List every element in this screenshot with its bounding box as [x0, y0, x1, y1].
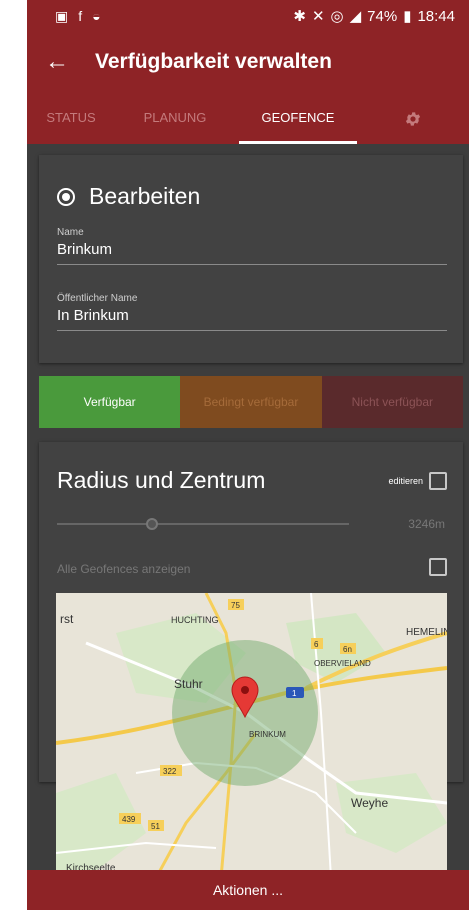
radius-card-title: Radius und Zentrum — [57, 467, 266, 493]
public-name-label: Öffentlicher Name — [57, 293, 138, 304]
arrow-left-icon[interactable]: ← — [27, 48, 87, 76]
road-75: 75 — [231, 601, 240, 610]
available-button[interactable]: Verfügbar — [39, 376, 181, 428]
phone-screen: ▣ f ◒ ✱ ✕ ◎ ◢ 74% ▮ 18:44 ← Verfügbarkei… — [27, 0, 469, 910]
facebook-icon: f — [78, 7, 83, 24]
radius-slider[interactable] — [57, 523, 349, 525]
road-1: 1 — [292, 689, 297, 698]
tab-planung[interactable]: PLANUNG — [115, 92, 235, 144]
map-label-obervieland: OBERVIELAND — [314, 659, 371, 668]
page-title: Verfügbarkeit verwalten — [95, 50, 332, 73]
actions-button[interactable]: Aktionen ... — [27, 870, 469, 910]
map-label-weyhe: Weyhe — [351, 796, 388, 810]
edit-checkbox[interactable] — [429, 472, 447, 490]
bluetooth-icon: ✱ — [293, 8, 306, 25]
edit-card-title: Bearbeiten — [89, 183, 201, 209]
map-view[interactable]: rst HUCHTING HEMELIN OBERVIELAND Stuhr B… — [56, 593, 447, 878]
map-label-stuhr: Stuhr — [174, 677, 203, 691]
signal-icon: ◢ — [349, 8, 362, 25]
app-toolbar: ← Verfügbarkeit verwalten — [27, 32, 469, 92]
battery-icon: ▮ — [403, 8, 412, 25]
public-name-input[interactable]: In Brinkum — [57, 307, 447, 331]
public-name-field[interactable]: Öffentlicher Name In Brinkum — [57, 293, 447, 331]
availability-selector: Verfügbar Bedingt verfügbar Nicht verfüg… — [39, 376, 463, 428]
battery-percent: 74% — [367, 7, 398, 25]
mute-icon: ✕ — [311, 8, 325, 25]
radius-value: 3246m — [408, 517, 445, 531]
map-canvas: rst HUCHTING HEMELIN OBERVIELAND Stuhr B… — [56, 593, 447, 878]
name-field[interactable]: Name Brinkum — [57, 227, 447, 265]
edit-card: Bearbeiten Name Brinkum Öffentlicher Nam… — [39, 155, 463, 363]
status-right-icons: ✱ ✕ ◎ ◢ 74% ▮ 18:44 — [293, 7, 455, 26]
status-bar: ▣ f ◒ ✱ ✕ ◎ ◢ 74% ▮ 18:44 — [27, 0, 469, 32]
map-label-brinkum: BRINKUM — [249, 730, 286, 739]
conditionally-available-button[interactable]: Bedingt verfügbar — [180, 376, 322, 428]
status-left-icons: ▣ f ◒ — [55, 8, 101, 25]
gear-icon — [405, 111, 421, 126]
map-label-huchting: HUCHTING — [171, 615, 219, 625]
tab-status[interactable]: STATUS — [27, 92, 115, 144]
name-label: Name — [57, 227, 84, 238]
road-6n: 6n — [343, 645, 352, 654]
edit-label: editieren — [388, 476, 423, 486]
app-icon: ◒ — [92, 7, 101, 24]
road-439: 439 — [122, 815, 136, 824]
edit-card-header: Bearbeiten — [57, 183, 200, 210]
alarm-icon: ◎ — [330, 8, 344, 25]
location-target-icon — [57, 187, 75, 206]
tab-geofence[interactable]: GEOFENCE — [239, 92, 357, 144]
map-label-rst: rst — [60, 612, 74, 626]
tab-bar: STATUS PLANUNG GEOFENCE — [27, 92, 469, 144]
map-label-hemelin: HEMELIN — [406, 627, 447, 638]
not-available-button[interactable]: Nicht verfügbar — [321, 376, 463, 428]
road-322: 322 — [163, 767, 177, 776]
clock: 18:44 — [417, 7, 455, 25]
image-icon: ▣ — [55, 7, 69, 24]
show-all-label: Alle Geofences anzeigen — [57, 562, 191, 576]
road-6: 6 — [314, 640, 319, 649]
radius-slider-thumb[interactable] — [146, 518, 158, 530]
name-input[interactable]: Brinkum — [57, 241, 447, 265]
show-all-checkbox[interactable] — [429, 558, 447, 576]
road-51: 51 — [151, 822, 160, 831]
tab-settings[interactable] — [357, 92, 469, 144]
